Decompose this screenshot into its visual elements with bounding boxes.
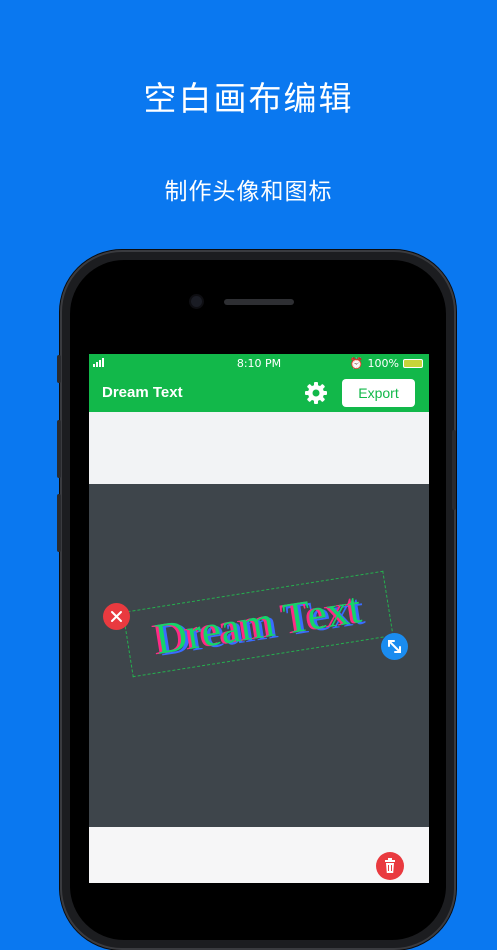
remove-text-button[interactable] xyxy=(103,603,130,630)
promo-subheadline: 制作头像和图标 xyxy=(164,179,333,205)
resize-text-button[interactable] xyxy=(381,633,408,660)
status-bar: 8:10 PM ⏰ 100% xyxy=(89,354,429,374)
resize-icon xyxy=(388,640,401,653)
gear-icon[interactable] xyxy=(304,381,328,405)
battery-icon xyxy=(403,359,423,368)
promo-headline: 空白画布编辑 xyxy=(143,79,354,118)
status-right: ⏰ 100% xyxy=(350,357,423,370)
alarm-icon: ⏰ xyxy=(349,357,364,370)
power-button xyxy=(452,430,456,510)
front-camera xyxy=(191,296,202,307)
mute-switch xyxy=(57,355,61,383)
earpiece-speaker xyxy=(224,299,294,305)
export-button[interactable]: Export xyxy=(342,379,415,407)
volume-up-button xyxy=(57,420,61,478)
close-icon xyxy=(111,611,122,622)
trash-icon xyxy=(385,858,395,873)
battery-percent: 100% xyxy=(367,357,399,370)
delete-button[interactable] xyxy=(376,852,404,880)
app-title: Dream Text xyxy=(102,384,183,401)
app-bar: Dream Text Export xyxy=(89,374,429,412)
volume-down-button xyxy=(57,494,61,552)
top-panel xyxy=(89,412,429,484)
app-screen: 8:10 PM ⏰ 100% Dream Text Export Dream T… xyxy=(89,354,429,883)
